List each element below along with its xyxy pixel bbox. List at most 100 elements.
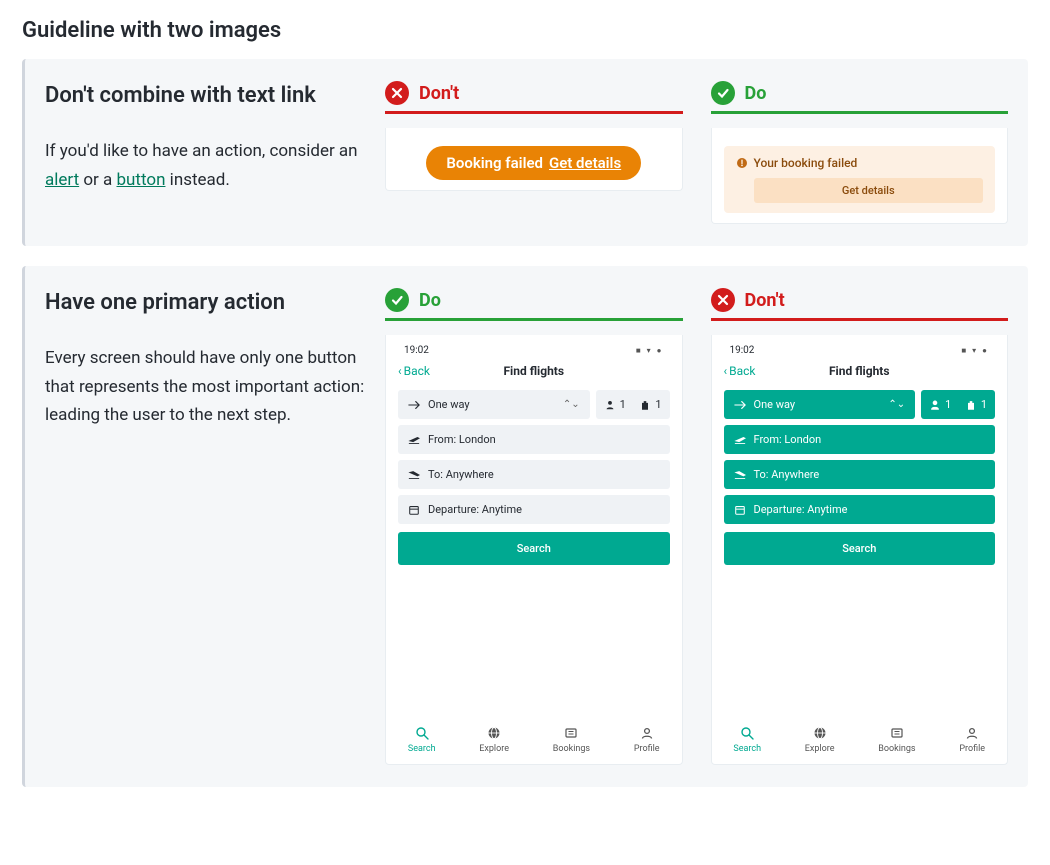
guideline-block-2: Have one primary action Every screen sho… (22, 266, 1028, 787)
form-row: One way ⌃⌄ 1 1 (724, 390, 996, 419)
alert-title-row: Your booking failed (736, 156, 984, 170)
bag-icon (639, 399, 651, 411)
departure-field[interactable]: Departure: Anytime (398, 495, 670, 524)
chip-label: To: Anywhere (754, 468, 820, 481)
nav-explore[interactable]: Explore (479, 726, 509, 754)
body-text: or a (79, 170, 116, 190)
example-label: Don't (745, 290, 785, 311)
calendar-icon (734, 504, 746, 516)
status-pill[interactable]: Booking failed Get details (426, 146, 641, 180)
guideline-heading: Have one primary action (45, 288, 365, 318)
guideline-heading: Don't combine with text link (45, 81, 365, 111)
profile-icon (965, 726, 979, 740)
search-form: One way ⌃⌄ 1 1 From: London To: Anywhere… (386, 390, 682, 565)
trip-type-select[interactable]: One way ⌃⌄ (724, 390, 916, 419)
landing-icon (734, 469, 746, 481)
divider (385, 318, 683, 321)
status-icons: ■ ▾ ● (961, 346, 989, 355)
screen-title: Find flights (712, 364, 1008, 378)
nav-label: Search (733, 744, 761, 754)
plane-icon (734, 399, 746, 411)
nav-profile[interactable]: Profile (959, 726, 985, 754)
status-time: 19:02 (730, 345, 755, 356)
link-alert[interactable]: alert (45, 170, 79, 190)
profile-icon (640, 726, 654, 740)
nav-explore[interactable]: Explore (805, 726, 835, 754)
guideline-body: If you'd like to have an action, conside… (45, 137, 365, 195)
alert-box: Your booking failed Get details (724, 146, 996, 213)
chevron-icon: ⌃⌄ (888, 399, 905, 410)
globe-icon (813, 726, 827, 740)
to-field[interactable]: To: Anywhere (724, 460, 996, 489)
nav-label: Profile (634, 744, 660, 754)
examples-row: Don't Booking failed Get details Do (385, 81, 1008, 224)
example-do: Do Your booking failed Get details (711, 81, 1009, 224)
example-dont: Don't 19:02 ■ ▾ ● ‹ Back Find flights On… (711, 288, 1009, 765)
trip-type-select[interactable]: One way ⌃⌄ (398, 390, 590, 419)
pax-count: 1 (620, 398, 626, 411)
x-icon (711, 288, 735, 312)
nav-bookings[interactable]: Bookings (553, 726, 590, 754)
chevron-icon: ⌃⌄ (563, 399, 580, 410)
person-icon (929, 399, 941, 411)
guideline-text: Have one primary action Every screen sho… (45, 288, 365, 765)
guideline-block-1: Don't combine with text link If you'd li… (22, 59, 1028, 246)
departure-field[interactable]: Departure: Anytime (724, 495, 996, 524)
examples-row: Do 19:02 ■ ▾ ● ‹ Back Find flights One w… (385, 288, 1008, 765)
example-header: Don't (385, 81, 683, 111)
status-time: 19:02 (404, 345, 429, 356)
mobile-header: ‹ Back Find flights (386, 360, 682, 390)
nav-bookings[interactable]: Bookings (878, 726, 915, 754)
example-header: Don't (711, 288, 1009, 318)
bottom-nav: Search Explore Bookings Profile (386, 718, 682, 764)
status-icons: ■ ▾ ● (636, 346, 664, 355)
chip-label: Departure: Anytime (428, 503, 522, 516)
guideline-text: Don't combine with text link If you'd li… (45, 81, 365, 224)
search-icon (415, 726, 429, 740)
search-button[interactable]: Search (724, 532, 996, 565)
mobile-header: ‹ Back Find flights (712, 360, 1008, 390)
divider (711, 318, 1009, 321)
from-field[interactable]: From: London (398, 425, 670, 454)
example-body: Your booking failed Get details (711, 128, 1009, 224)
chip-label: One way (428, 398, 470, 411)
example-dont: Don't Booking failed Get details (385, 81, 683, 224)
bag-icon (965, 399, 977, 411)
alert-button[interactable]: Get details (754, 178, 984, 203)
example-header: Do (711, 81, 1009, 111)
nav-label: Explore (805, 744, 835, 754)
check-icon (711, 81, 735, 105)
pill-link[interactable]: Get details (549, 154, 621, 172)
bag-count: 1 (981, 398, 987, 411)
ticket-icon (890, 726, 904, 740)
chip-label: From: London (428, 433, 496, 446)
pax-count: 1 (945, 398, 951, 411)
example-header: Do (385, 288, 683, 318)
search-button[interactable]: Search (398, 532, 670, 565)
nav-search[interactable]: Search (733, 726, 761, 754)
search-form: One way ⌃⌄ 1 1 From: London To: Anywhere… (712, 390, 1008, 565)
from-field[interactable]: From: London (724, 425, 996, 454)
landing-icon (408, 469, 420, 481)
check-icon (385, 288, 409, 312)
ticket-icon (564, 726, 578, 740)
link-button[interactable]: button (117, 170, 166, 190)
form-row: One way ⌃⌄ 1 1 (398, 390, 670, 419)
nav-label: Profile (959, 744, 985, 754)
mobile-mock-dont: 19:02 ■ ▾ ● ‹ Back Find flights One way … (711, 335, 1009, 765)
passengers-chip[interactable]: 1 1 (596, 390, 670, 419)
alert-title: Your booking failed (754, 156, 858, 170)
example-do: Do 19:02 ■ ▾ ● ‹ Back Find flights One w… (385, 288, 683, 765)
passengers-chip[interactable]: 1 1 (921, 390, 995, 419)
nav-label: Search (408, 744, 436, 754)
example-label: Do (419, 290, 441, 311)
screen-title: Find flights (386, 364, 682, 378)
person-icon (604, 399, 616, 411)
page-title: Guideline with two images (22, 18, 1028, 43)
to-field[interactable]: To: Anywhere (398, 460, 670, 489)
nav-profile[interactable]: Profile (634, 726, 660, 754)
body-text: instead. (165, 170, 229, 190)
nav-search[interactable]: Search (408, 726, 436, 754)
body-text: If you'd like to have an action, conside… (45, 141, 358, 161)
globe-icon (487, 726, 501, 740)
